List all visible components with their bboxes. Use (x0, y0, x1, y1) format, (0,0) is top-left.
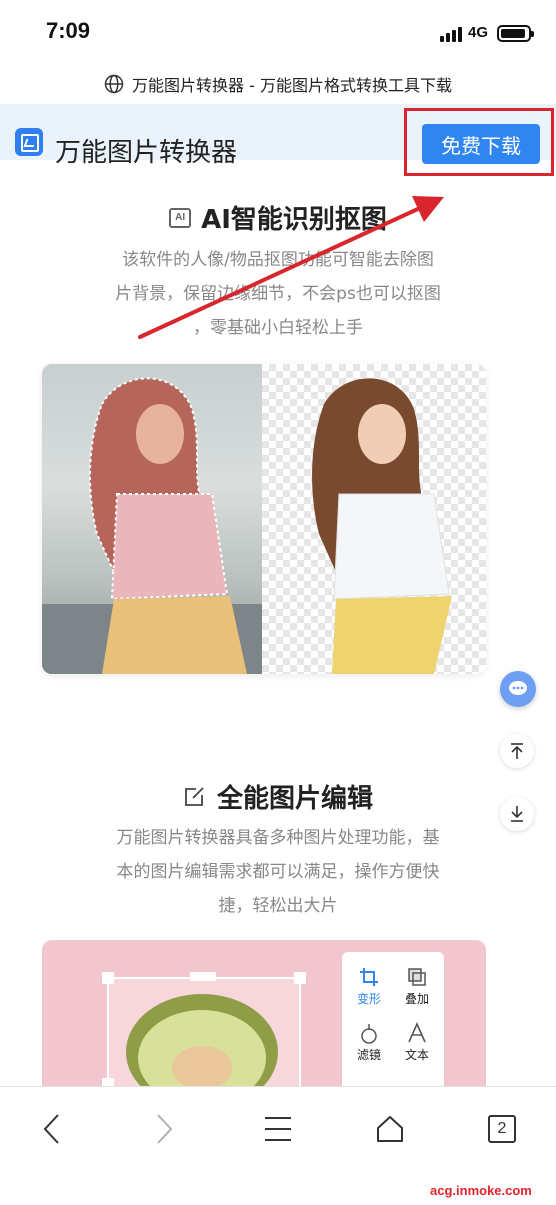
app-logo-icon (15, 128, 43, 156)
forward-icon (157, 1114, 173, 1144)
edit-toolbox: 变形 叠加 滤镜 文本 (342, 952, 444, 1086)
menu-icon (265, 1117, 291, 1141)
back-button[interactable] (30, 1107, 74, 1151)
highlight-box (404, 108, 554, 176)
back-icon (43, 1114, 59, 1144)
globe-icon (104, 74, 124, 94)
watermark: acg.inmoke.com (430, 1183, 532, 1198)
address-bar[interactable]: 万能图片转换器 - 万能图片格式转换工具下载 (0, 64, 556, 104)
tool-overlay[interactable]: 叠加 (394, 966, 440, 1007)
desc-line: 该软件的人像/物品抠图功能可智能去除图 (122, 250, 434, 270)
tool-filter[interactable]: 滤镜 (346, 1022, 392, 1063)
crop-icon (360, 968, 378, 986)
scroll-top-button[interactable] (500, 734, 534, 768)
menu-button[interactable] (256, 1107, 300, 1151)
overlay-icon (408, 968, 426, 986)
tool-label: 变形 (356, 992, 381, 1006)
section-ai-title: AI AI智能识别抠图 (0, 199, 556, 236)
tool-label: 文本 (404, 1048, 429, 1062)
original-photo (42, 364, 262, 674)
tabs-button[interactable]: 2 (480, 1107, 524, 1151)
cutout-result (262, 364, 486, 674)
section-edit-description: 万能图片转换器具备多种图片处理功能，基 本的图片编辑需求都可以满足，操作方便快 … (90, 821, 466, 923)
desc-line: 本的图片编辑需求都可以满足，操作方便快 (116, 862, 440, 882)
editor-demo-image: 变形 叠加 滤镜 文本 (42, 940, 486, 1086)
avocado-crop-preview (102, 972, 306, 1086)
tool-label: 滤镜 (356, 1048, 381, 1062)
status-time: 7:09 (46, 18, 91, 43)
section-edit-title: 全能图片编辑 (0, 778, 556, 815)
chat-icon (509, 681, 527, 695)
edit-icon (185, 786, 204, 806)
desc-line: ，零基础小白轻松上手 (193, 318, 363, 338)
filter-icon (361, 1024, 377, 1044)
site-name[interactable]: 万能图片转换器 (55, 132, 237, 169)
page-title: 万能图片转换器 - 万能图片格式转换工具下载 (132, 76, 452, 95)
ai-icon: AI (169, 207, 192, 228)
text-icon (408, 1022, 426, 1043)
signal-icon (440, 26, 462, 42)
battery-icon (497, 25, 534, 42)
tool-text[interactable]: 文本 (394, 1022, 440, 1063)
desc-line: 万能图片转换器具备多种图片处理功能，基 (116, 828, 440, 848)
tool-label: 叠加 (404, 992, 429, 1006)
desc-line: 片背景，保留边缘细节，不会ps也可以抠图 (115, 284, 441, 304)
forward-button[interactable] (142, 1107, 186, 1151)
desc-line: 捷，轻松出大片 (218, 896, 338, 916)
scroll-top-icon (511, 743, 523, 759)
section-title: AI智能识别抠图 (201, 205, 387, 235)
tool-transform[interactable]: 变形 (346, 966, 392, 1007)
browser-bottom-nav: 2 (0, 1086, 556, 1170)
status-bar: 7:09 4G (0, 0, 556, 64)
network-type: 4G (468, 24, 489, 41)
section-title: 全能图片编辑 (216, 784, 373, 814)
tab-count: 2 (488, 1115, 516, 1143)
section-ai-description: 该软件的人像/物品抠图功能可智能去除图 片背景，保留边缘细节，不会ps也可以抠图… (90, 243, 466, 345)
home-icon (377, 1116, 403, 1142)
home-button[interactable] (368, 1107, 412, 1151)
cutout-demo-image (42, 364, 486, 674)
chat-button[interactable] (500, 671, 536, 707)
